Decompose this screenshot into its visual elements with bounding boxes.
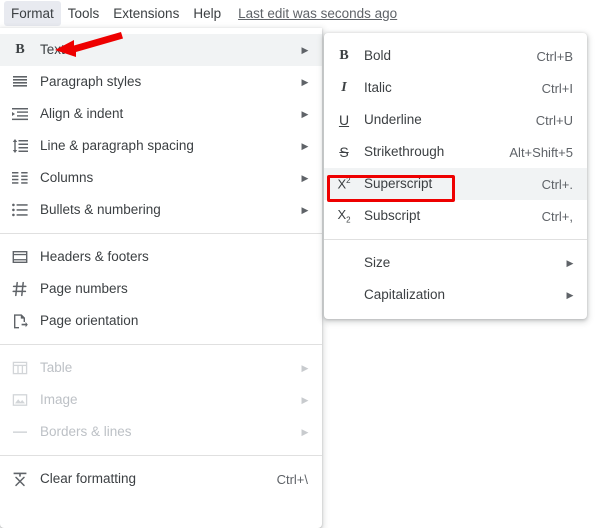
- menu-item-label: Borders & lines: [40, 424, 132, 439]
- submenu-item-italic[interactable]: I Italic Ctrl+I: [324, 72, 587, 104]
- line-spacing-icon: [0, 138, 40, 154]
- menu-item-label: Text: [40, 42, 65, 57]
- submenu-item-shortcut: Ctrl+,: [541, 208, 573, 224]
- chevron-right-icon: ▶: [566, 289, 574, 300]
- menu-item-columns[interactable]: Columns ▶: [0, 162, 322, 194]
- menu-item-borders-lines: Borders & lines ▶: [0, 416, 322, 448]
- menu-item-line-paragraph-spacing[interactable]: Line & paragraph spacing ▶: [0, 130, 322, 162]
- submenu-item-shortcut: Ctrl+I: [541, 80, 573, 96]
- chevron-right-icon: ▶: [301, 44, 309, 55]
- italic-icon: I: [341, 80, 347, 95]
- chevron-right-icon: ▶: [301, 140, 309, 151]
- submenu-item-strikethrough[interactable]: S Strikethrough Alt+Shift+5: [324, 136, 587, 168]
- menu-item-clear-formatting[interactable]: Clear formatting Ctrl+\: [0, 463, 322, 495]
- paragraph-styles-icon: [0, 74, 40, 90]
- menu-item-label: Image: [40, 392, 78, 407]
- submenu-item-size[interactable]: Size ▶: [324, 247, 587, 279]
- menu-item-label: Table: [40, 360, 73, 375]
- chevron-right-icon: ▶: [301, 204, 309, 215]
- superscript-icon: X2: [337, 176, 351, 192]
- last-edit-status[interactable]: Last edit was seconds ago: [238, 6, 397, 21]
- chevron-right-icon: ▶: [301, 76, 309, 87]
- bold-b-icon: B: [15, 42, 25, 57]
- bullets-numbering-icon: [0, 202, 40, 218]
- menubar-item-tools[interactable]: Tools: [61, 1, 107, 26]
- menu-item-label: Page orientation: [40, 313, 139, 328]
- chevron-right-icon: ▶: [301, 108, 309, 119]
- submenu-item-capitalization[interactable]: Capitalization ▶: [324, 279, 587, 311]
- chevron-right-icon: ▶: [301, 394, 309, 405]
- menu-item-align-indent[interactable]: Align & indent ▶: [0, 98, 322, 130]
- align-indent-icon: [0, 106, 40, 122]
- submenu-item-label: Strikethrough: [364, 144, 445, 159]
- menu-item-label: Headers & footers: [40, 249, 149, 264]
- menu-item-table: Table ▶: [0, 352, 322, 384]
- menu-item-shortcut: Ctrl+\: [276, 471, 308, 487]
- menu-item-label: Line & paragraph spacing: [40, 138, 194, 153]
- format-menu-panel: B Text ▶ Paragraph styles ▶ Align & inde…: [0, 28, 322, 528]
- submenu-item-superscript[interactable]: X2 Superscript Ctrl+.: [324, 168, 587, 200]
- submenu-item-label: Size: [364, 255, 391, 270]
- columns-icon: [0, 170, 40, 186]
- menu-item-label: Align & indent: [40, 106, 124, 121]
- submenu-item-label: Capitalization: [364, 287, 446, 302]
- submenu-item-shortcut: Ctrl+.: [541, 176, 573, 192]
- submenu-item-bold[interactable]: B Bold Ctrl+B: [324, 40, 587, 72]
- headers-footers-icon: [0, 249, 40, 265]
- submenu-item-label: Italic: [364, 80, 392, 95]
- menubar-item-extensions[interactable]: Extensions: [106, 1, 186, 26]
- submenu-item-shortcut: Alt+Shift+5: [509, 144, 573, 160]
- submenu-separator: [324, 239, 587, 240]
- menu-item-paragraph-styles[interactable]: Paragraph styles ▶: [0, 66, 322, 98]
- menu-bar: Format Tools Extensions Help Last edit w…: [0, 0, 595, 27]
- page-numbers-icon: [0, 281, 40, 297]
- menu-item-label: Paragraph styles: [40, 74, 142, 89]
- menu-item-page-orientation[interactable]: Page orientation: [0, 305, 322, 337]
- menu-item-bullets-numbering[interactable]: Bullets & numbering ▶: [0, 194, 322, 226]
- menu-item-headers-footers[interactable]: Headers & footers: [0, 241, 322, 273]
- menubar-item-help[interactable]: Help: [186, 1, 228, 26]
- menu-item-label: Clear formatting: [40, 471, 137, 486]
- table-icon: [0, 360, 40, 376]
- submenu-item-subscript[interactable]: X2 Subscript Ctrl+,: [324, 200, 587, 232]
- image-icon: [0, 392, 40, 408]
- submenu-item-label: Underline: [364, 112, 422, 127]
- submenu-item-shortcut: Ctrl+B: [536, 48, 573, 64]
- borders-lines-icon: [0, 424, 40, 440]
- menu-item-text[interactable]: B Text ▶: [0, 34, 322, 66]
- submenu-item-label: Subscript: [364, 208, 421, 223]
- chevron-right-icon: ▶: [301, 426, 309, 437]
- page-orientation-icon: [0, 313, 40, 329]
- clear-formatting-icon: [0, 471, 40, 487]
- submenu-item-shortcut: Ctrl+U: [535, 112, 573, 128]
- menu-separator: [0, 344, 322, 345]
- submenu-item-underline[interactable]: U Underline Ctrl+U: [324, 104, 587, 136]
- bold-icon: B: [339, 48, 349, 63]
- submenu-item-label: Superscript: [364, 176, 433, 191]
- menu-separator: [0, 455, 322, 456]
- submenu-item-label: Bold: [364, 48, 392, 63]
- subscript-icon: X2: [337, 207, 351, 225]
- underline-icon: U: [338, 112, 350, 128]
- strikethrough-icon: S: [339, 144, 349, 160]
- menu-item-label: Bullets & numbering: [40, 202, 161, 217]
- text-submenu-panel: B Bold Ctrl+B I Italic Ctrl+I U Underlin…: [324, 33, 587, 319]
- chevron-right-icon: ▶: [301, 172, 309, 183]
- chevron-right-icon: ▶: [566, 257, 574, 268]
- chevron-right-icon: ▶: [301, 362, 309, 373]
- menu-item-label: Columns: [40, 170, 94, 185]
- menu-item-image: Image ▶: [0, 384, 322, 416]
- menubar-item-format[interactable]: Format: [4, 1, 61, 26]
- menu-item-label: Page numbers: [40, 281, 128, 296]
- menu-separator: [0, 233, 322, 234]
- menu-item-page-numbers[interactable]: Page numbers: [0, 273, 322, 305]
